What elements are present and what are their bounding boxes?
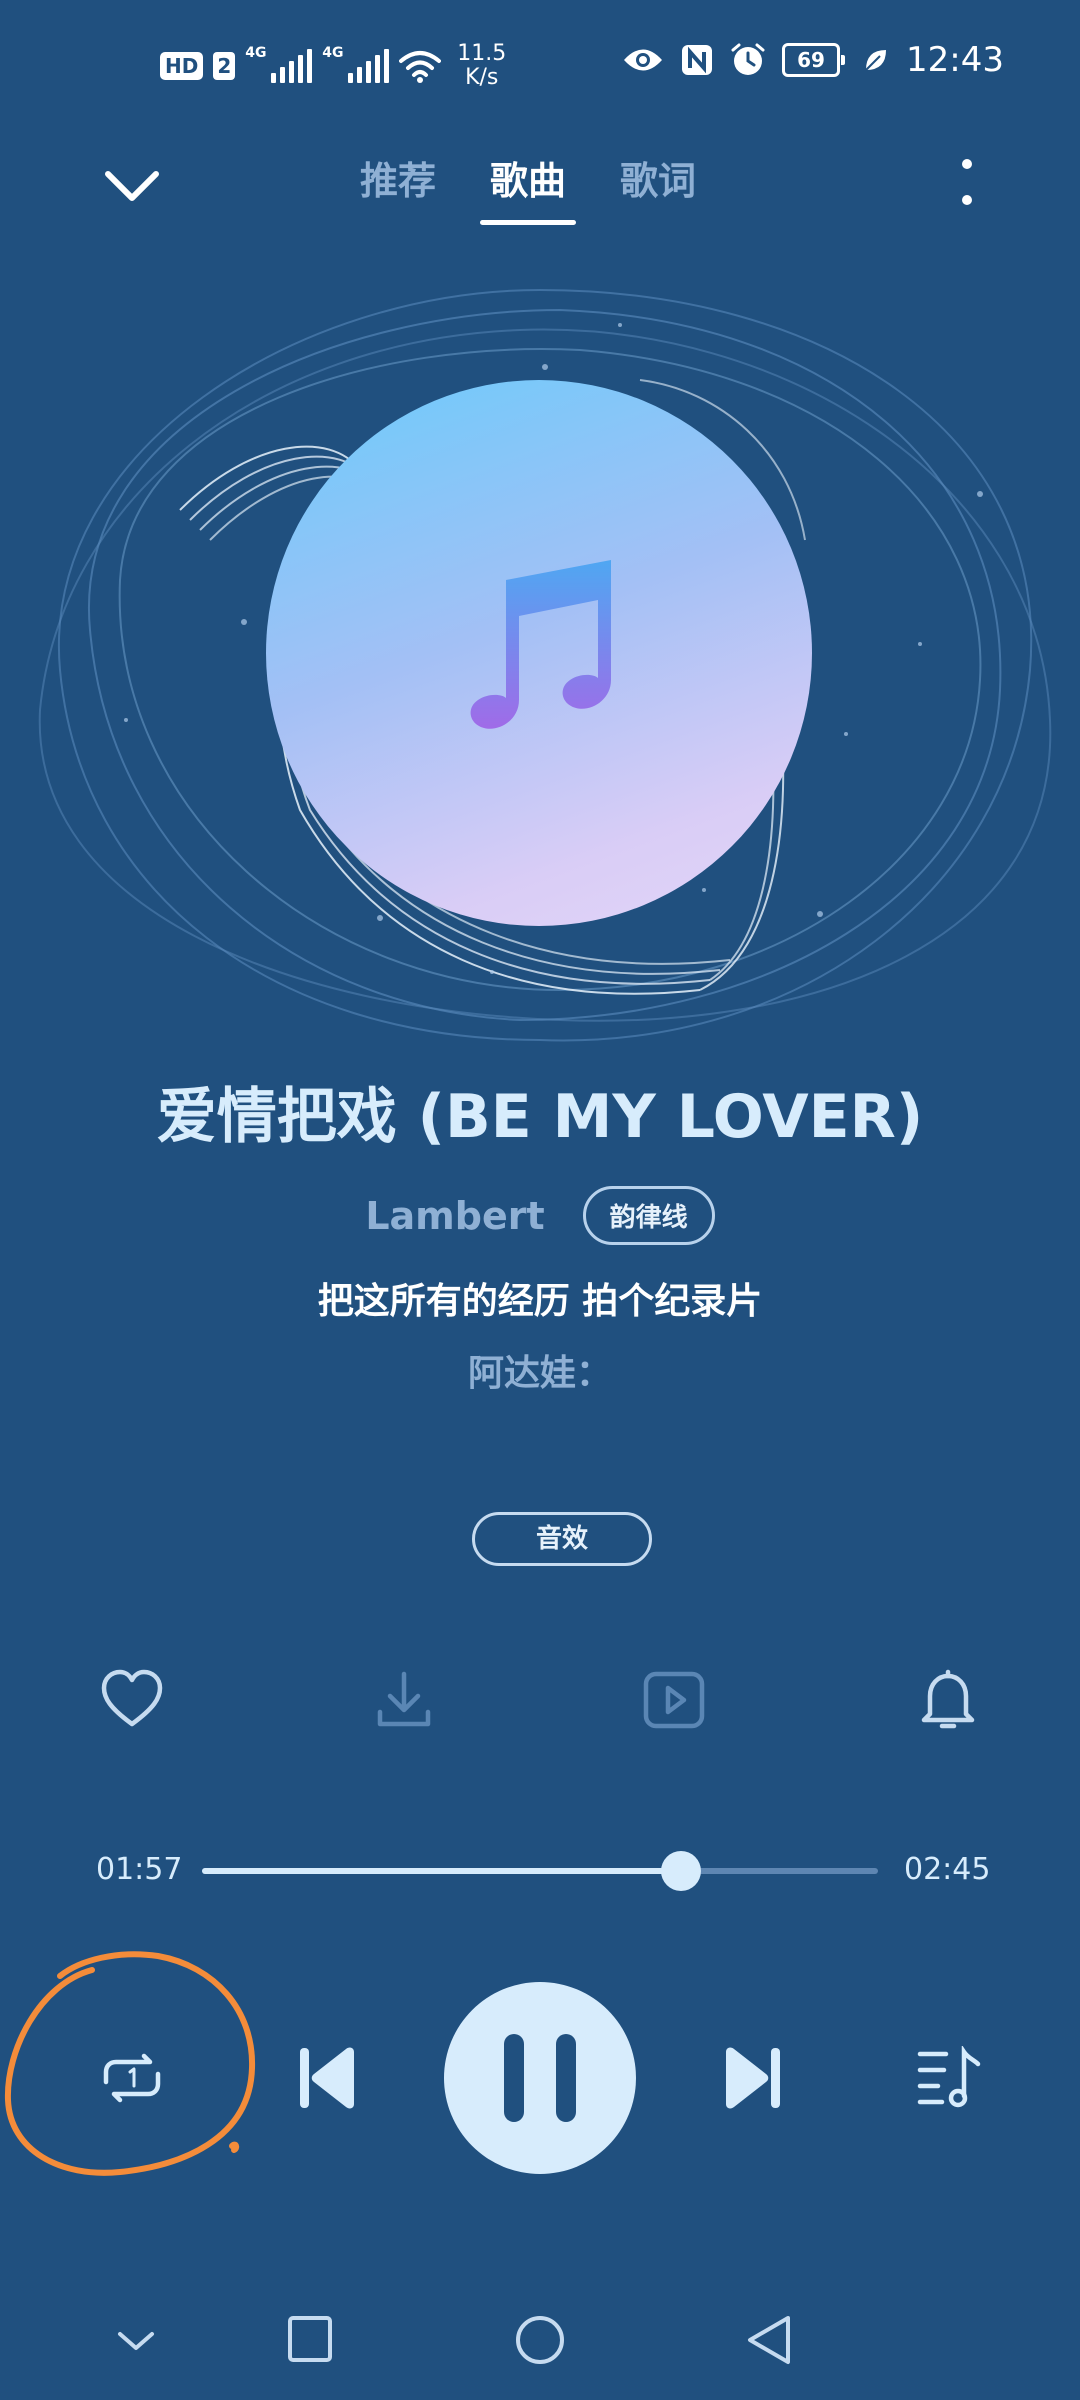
repeat-mode-button[interactable] [96,2048,168,2108]
ringtone-button[interactable] [916,1668,980,1732]
chevron-down-icon [105,171,159,201]
artist-row: Lambert 韵律线 [0,1186,1080,1245]
triangle-back-icon [748,2316,790,2364]
lyric-next[interactable]: 阿达娃： [0,1344,1080,1396]
song-title: 爱情把戏 (BE MY LOVER) [156,1082,924,1152]
tab-song[interactable]: 歌曲 [480,150,577,225]
artist-name[interactable]: Lambert [365,1194,544,1238]
system-navigation-bar [0,2300,1080,2380]
tab-lyrics[interactable]: 歌词 [620,150,696,225]
nfc-icon [682,45,713,75]
playlist-button[interactable] [916,2046,984,2110]
hd-badge: HD [160,52,204,80]
status-bar: HD 2 4G 4G 11.5 K/s 69 12:43 [0,0,1080,130]
nav-recents-button[interactable] [280,2310,340,2370]
sound-effects-button[interactable]: 音效 [472,1512,652,1566]
network-speed: 11.5 K/s [457,42,506,90]
chevron-down-icon [118,2332,154,2350]
network-label-2: 4G [322,45,344,61]
download-icon [377,1671,431,1727]
speed-value: 11.5 [457,41,507,66]
clock: 12:43 [906,40,1004,80]
next-icon [726,2047,780,2109]
signal-icon: 4G [245,45,313,83]
music-note-icon [470,560,611,729]
eye-icon [624,49,663,71]
network-label: 4G [245,45,267,61]
album-cover [266,380,812,926]
square-icon [288,2316,332,2362]
tab-recommend[interactable]: 推荐 [360,150,436,225]
heart-icon [101,1669,163,1727]
previous-button[interactable] [296,2044,360,2112]
music-player-screen: HD 2 4G 4G 11.5 K/s 69 12:43 推荐 歌曲 歌词 爱情… [0,0,1080,2400]
album-chip[interactable]: 韵律线 [582,1186,715,1245]
pause-button[interactable] [444,1982,636,2174]
more-vertical-icon [962,159,972,205]
leaf-icon [865,50,887,71]
progress-bar[interactable] [202,1851,878,1891]
alarm-icon [731,43,765,75]
download-button[interactable] [372,1668,436,1732]
video-icon [643,1671,705,1729]
tab-bar: 推荐 歌曲 歌词 [360,150,696,225]
next-button[interactable] [720,2044,784,2112]
wifi-icon [399,51,442,83]
video-button[interactable] [642,1668,706,1732]
bell-icon [921,1669,975,1729]
battery-icon: 69 [782,43,846,77]
nav-hide-button[interactable] [106,2310,166,2370]
progress-fill [202,1868,682,1874]
repeat-one-icon [103,2053,161,2103]
nav-home-button[interactable] [510,2310,570,2370]
nav-back-button[interactable] [740,2310,800,2370]
sim-badge: 2 [213,52,236,80]
lyric-current[interactable]: 把这所有的经历 拍个纪录片 [0,1272,1080,1324]
total-time: 02:45 [904,1852,991,1887]
progress-thumb[interactable] [661,1851,702,1891]
speed-unit: K/s [465,65,499,90]
playlist-icon [917,2046,981,2108]
more-options-button[interactable] [950,156,984,216]
circle-icon [516,2316,564,2364]
signal-icon-2: 4G [322,45,390,83]
album-artwork-area [0,250,1080,1070]
elapsed-time: 01:57 [96,1852,183,1887]
previous-icon [300,2047,354,2109]
like-button[interactable] [100,1668,164,1732]
collapse-button[interactable] [100,160,164,210]
